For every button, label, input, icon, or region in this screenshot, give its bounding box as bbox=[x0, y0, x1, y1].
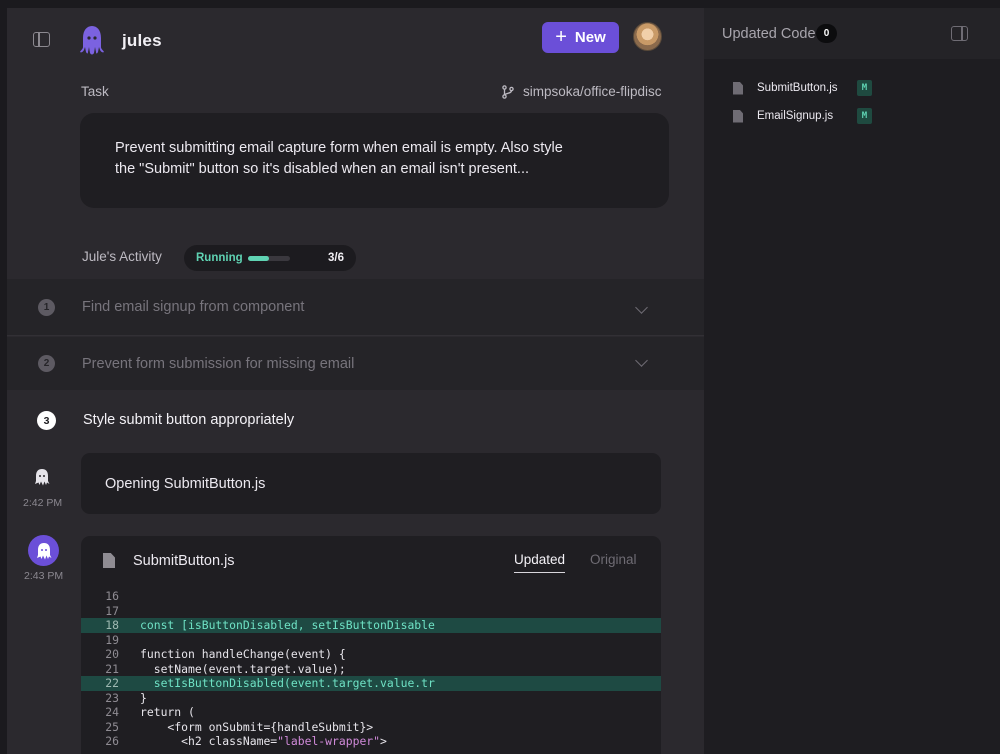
line-code: return ( bbox=[140, 705, 195, 719]
task-description: Prevent submitting email capture form wh… bbox=[115, 140, 563, 177]
line-code: setName(event.target.value); bbox=[140, 661, 346, 676]
code-line: 25 <form onSubmit={handleSubmit}> bbox=[81, 720, 661, 735]
line-number: 18 bbox=[105, 618, 119, 632]
modified-badge: M bbox=[857, 80, 872, 96]
line-number: 17 bbox=[105, 603, 119, 618]
line-number: 23 bbox=[105, 690, 119, 705]
code-filename: SubmitButton.js bbox=[133, 553, 235, 569]
sidebar-toggle-icon[interactable] bbox=[33, 32, 50, 47]
step-row-1[interactable]: 1 Find email signup from component bbox=[7, 279, 704, 336]
file-name: SubmitButton.js bbox=[757, 82, 838, 94]
step-title-active: Style submit button appropriately bbox=[83, 412, 295, 428]
tab-updated[interactable]: Updated bbox=[514, 552, 566, 573]
new-task-button[interactable]: + New bbox=[542, 22, 619, 53]
code-line: 21 setName(event.target.value); bbox=[81, 662, 661, 677]
line-number: 21 bbox=[105, 661, 119, 676]
line-code: setIsButtonDisabled(event.target.value.t… bbox=[140, 676, 435, 690]
file-item[interactable]: EmailSignup.js M bbox=[733, 107, 872, 125]
line-number: 26 bbox=[105, 734, 119, 748]
file-name: EmailSignup.js bbox=[757, 110, 834, 122]
main-panel: jules + New Task simpsoka/office-flipdis… bbox=[7, 8, 704, 754]
step-number: 1 bbox=[38, 298, 55, 316]
code-line: 23} bbox=[81, 691, 661, 706]
progress-fill bbox=[248, 255, 269, 261]
task-description-card: Prevent submitting email capture form wh… bbox=[80, 113, 669, 208]
octopus-icon bbox=[36, 542, 51, 559]
line-number: 19 bbox=[105, 632, 119, 647]
code-line: 19 bbox=[81, 633, 661, 648]
line-code: function handleChange(event) { bbox=[140, 647, 346, 661]
plus-icon: + bbox=[555, 25, 567, 48]
file-icon bbox=[733, 81, 743, 95]
app-window: jules + New Task simpsoka/office-flipdis… bbox=[7, 8, 1000, 754]
line-number: 20 bbox=[105, 647, 119, 661]
code-viewer: SubmitButton.js Updated Original 16 17 18 c… bbox=[81, 536, 661, 754]
panel-header: Updated Code 0 bbox=[704, 8, 1000, 59]
brand-name: jules bbox=[122, 31, 162, 50]
line-number: 24 bbox=[105, 705, 119, 719]
line-code: } bbox=[140, 690, 147, 705]
step-number-active: 3 bbox=[37, 411, 56, 430]
line-number: 22 bbox=[105, 676, 119, 690]
task-label: Task bbox=[81, 84, 109, 99]
repo-selector[interactable]: simpsoka/office-flipdisc bbox=[501, 84, 662, 99]
new-button-label: New bbox=[574, 29, 606, 46]
activity-label: Jule's Activity bbox=[82, 249, 162, 264]
line-number: 25 bbox=[105, 719, 119, 734]
status-badge: Running 3/6 bbox=[184, 245, 356, 271]
code-line: 17 bbox=[81, 604, 661, 619]
line-code: <form onSubmit={handleSubmit}> bbox=[140, 719, 374, 734]
octopus-logo-icon bbox=[80, 26, 104, 55]
progress-bar bbox=[248, 255, 290, 261]
line-code: const [isButtonDisabled, setIsButtonDisa… bbox=[140, 618, 435, 632]
jules-avatar-icon bbox=[28, 535, 59, 566]
panel-toggle-icon[interactable] bbox=[951, 26, 968, 41]
code-line: 26 <h2 className="label-wrapper"> bbox=[81, 734, 661, 749]
steps-count: 3/6 bbox=[328, 252, 344, 264]
code-line-added: 22 setIsButtonDisabled(event.target.valu… bbox=[81, 676, 661, 691]
avatar[interactable] bbox=[633, 22, 662, 51]
modified-badge: M bbox=[857, 108, 872, 124]
line-code: <h2 className="label-wrapper"> bbox=[140, 734, 387, 748]
status-text: Running bbox=[196, 252, 243, 264]
file-icon bbox=[103, 553, 115, 568]
message-time: 2:43 PM bbox=[24, 570, 64, 582]
message-text: Opening SubmitButton.js bbox=[105, 475, 266, 492]
code-line-added: 18 const [isButtonDisabled, setIsButtonDi… bbox=[81, 618, 661, 633]
code-lines: 16 17 18 const [isButtonDisabled, setIsButt… bbox=[81, 589, 661, 749]
chevron-down-icon[interactable] bbox=[635, 354, 648, 367]
updated-code-panel: Updated Code 0 SubmitButton.js M EmailSi… bbox=[704, 8, 1000, 754]
step-title: Prevent form submission for missing emai… bbox=[82, 355, 355, 372]
message-time: 2:42 PM bbox=[23, 497, 63, 509]
file-icon bbox=[733, 109, 743, 123]
tab-original[interactable]: Original bbox=[590, 552, 637, 567]
repo-name: simpsoka/office-flipdisc bbox=[523, 84, 662, 99]
step-row-2[interactable]: 2 Prevent form submission for missing em… bbox=[7, 337, 704, 390]
code-line: 16 bbox=[81, 589, 661, 604]
count-badge: 0 bbox=[816, 24, 837, 43]
jules-bot-icon bbox=[35, 469, 50, 486]
file-item[interactable]: SubmitButton.js M bbox=[733, 79, 872, 97]
git-branch-icon bbox=[502, 84, 514, 99]
step-number: 2 bbox=[38, 355, 55, 372]
line-number: 16 bbox=[105, 589, 119, 603]
panel-title: Updated Code bbox=[722, 26, 816, 42]
message-card: Opening SubmitButton.js bbox=[81, 453, 661, 514]
chevron-down-icon[interactable] bbox=[635, 301, 648, 314]
code-line: 24 return ( bbox=[81, 705, 661, 720]
code-line: 20 function handleChange(event) { bbox=[81, 647, 661, 662]
step-title: Find email signup from component bbox=[82, 299, 305, 315]
